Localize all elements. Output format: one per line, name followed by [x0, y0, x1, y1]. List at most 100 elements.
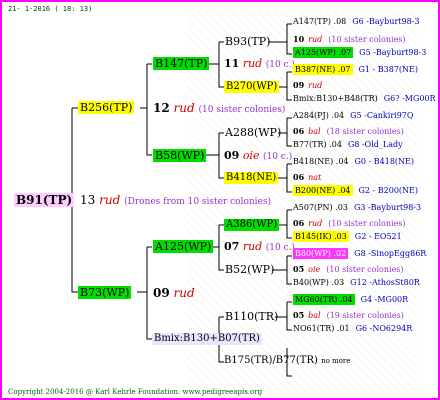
gen4-row: MG60(TR) .04 G4 -MG00R — [293, 294, 409, 305]
gen4-row-rud: bal — [308, 127, 321, 136]
generated-date: 21- 1-2016 ( 18: 13) — [8, 5, 93, 13]
gen4-row-id: B145(IK) .03 — [293, 231, 349, 242]
gen4-row-rud: bal — [308, 311, 321, 320]
gen4-row-detail: G2 - B200(NE) — [358, 186, 419, 195]
gen4-row-rud: rud — [308, 81, 323, 90]
gen4-row: B387(NE) .07 G1 - B387(NE) — [293, 64, 419, 75]
gen2-b58-meta: 09 oie (10 c.) — [224, 150, 292, 162]
gen3-b110: B110(TR) — [225, 310, 279, 323]
gen4-row-detail: (18 sister colonies) — [326, 127, 404, 136]
gen4-row-detail: (19 sister colonies) — [326, 311, 404, 320]
gen4-row-rud: oie — [308, 265, 321, 274]
gen4-row: 06 rud (10 sister colonies) — [293, 219, 406, 228]
gen2-bmix: Bmix:B130+B07(TR) — [152, 333, 262, 345]
copyright: Copyright 2004-2016 @ Karl Kehrle Founda… — [8, 388, 263, 396]
gen4-row-detail: (10 sister colonies) — [328, 35, 406, 44]
gen1-b73-rud: rud — [173, 286, 195, 300]
gen4-row: A507(PN) .03 G3 -Bayburt98-3 — [293, 204, 421, 212]
root-rud: rud — [99, 193, 121, 207]
gen2-b58-note: (10 c.) — [262, 152, 293, 162]
gen2-b58-generation: 09 — [224, 149, 240, 162]
gen4-row-detail: (10 sister colonies) — [326, 265, 404, 274]
gen2-a125-generation: 07 — [224, 240, 240, 253]
gen4-row-rud: nat — [308, 173, 322, 182]
gen3-b175-no-more: no more — [321, 357, 351, 365]
gen3-a288: A288(WP) — [225, 126, 282, 139]
gen2-b147: B147(TP) — [153, 57, 210, 70]
gen2-b147-meta: 11 rud (10 c.) — [224, 58, 295, 70]
gen4-row-id: 10 — [293, 34, 305, 44]
gen4-row-detail: G2 - EO521 — [354, 232, 402, 241]
gen4-row-id: 05 — [293, 264, 305, 274]
gen3-b270: B270(WP) — [224, 81, 280, 93]
gen4-row-id: B80(WP) .02 — [293, 248, 349, 259]
gen4-row-id: 06 — [293, 126, 305, 136]
gen4-row: B40(WP) .03 G12 -AthosSt80R — [293, 279, 420, 287]
gen4-row-rud: rud — [308, 35, 323, 44]
gen4-row: B145(IK) .03 G2 - EO521 — [293, 231, 402, 242]
gen3-b418: B418(NE) — [224, 172, 279, 184]
gen2-b147-rud: rud — [242, 57, 263, 70]
gen4-row: 10 rud (10 sister colonies) — [293, 35, 406, 44]
gen4-row: A147(TP) .08 G6 -Bayburt98-3 — [293, 18, 419, 26]
gen4-row: 05 bal (19 sister colonies) — [293, 311, 404, 320]
gen1-b256-rud: rud — [173, 101, 195, 115]
gen4-row: B80(WP) .02 G8 -SinopEgg86R — [293, 248, 427, 259]
gen4-row-detail: G5 -Bayburt98-3 — [359, 48, 427, 57]
gen4-row-rud: rud — [308, 219, 323, 228]
gen4-row: 06 nat — [293, 173, 321, 182]
gen1-b256: B256(TP) — [78, 101, 135, 114]
gen4-row-detail: G8 -SinopEgg86R — [354, 249, 427, 258]
gen4-row: A284(PJ) .04 G5 -Cankiri97Q — [293, 112, 413, 120]
gen4-row-detail: G5 -Cankiri97Q — [350, 111, 414, 120]
gen1-b73-meta: 09 rud — [153, 287, 195, 299]
gen4-row-id: B387(NE) .07 — [293, 64, 353, 75]
gen1-b256-generation: 12 — [153, 101, 170, 115]
gen2-a125-note: (10 c.) — [265, 243, 295, 253]
gen4-row-id: MG60(TR) .04 — [293, 294, 355, 305]
root-note: (Drones from 10 sister colonies) — [124, 197, 272, 207]
gen3-b52: B52(WP) — [225, 263, 275, 276]
gen3-b175-name: B175(TR)/B77(TR) — [224, 355, 318, 366]
gen4-row-id: 06 — [293, 218, 305, 228]
gen4-row: 09 rud — [293, 81, 322, 90]
gen4-row-id: A284(PJ) .04 — [293, 111, 345, 120]
gen4-row-detail: G6 -NO6294R — [355, 324, 413, 333]
pedigree-frame: 21- 1-2016 ( 18: 13) B91(TP) 13 rud (Dro… — [0, 0, 440, 400]
gen4-row-detail: G4 -MG00R — [360, 295, 409, 304]
gen4-row-detail: G1 - B387(NE) — [358, 65, 419, 74]
gen4-row-detail: (10 sister colonies) — [328, 219, 406, 228]
gen4-row-id: Bmix:B130+B48(TR) — [293, 94, 378, 103]
gen3-b175: B175(TR)/B77(TR) no more — [224, 356, 350, 366]
gen4-row: B200(NE) .04 G2 - B200(NE) — [293, 185, 419, 196]
gen4-row-id: B418(NE) .04 — [293, 157, 349, 166]
gen4-row-id: B200(NE) .04 — [293, 185, 353, 196]
root-generation: 13 — [80, 193, 96, 207]
gen4-row: 06 bal (18 sister colonies) — [293, 127, 404, 136]
gen4-row: A125(WP) .07 G5 -Bayburt98-3 — [293, 47, 427, 58]
gen4-row-id: 05 — [293, 310, 305, 320]
gen4-row-detail: G3 -Bayburt98-3 — [353, 203, 422, 212]
gen4-row: 05 oie (10 sister colonies) — [293, 265, 404, 274]
gen1-b73-generation: 09 — [153, 286, 170, 300]
gen2-a125: A125(WP) — [153, 240, 214, 253]
gen2-b147-generation: 11 — [224, 57, 240, 70]
gen2-a125-meta: 07 rud (10 c.) — [224, 241, 295, 253]
gen4-row-detail: G6? -MG00R — [383, 94, 436, 103]
gen3-b93: B93(TP) — [225, 35, 271, 48]
gen4-row-id: A147(TP) .08 — [293, 17, 347, 26]
gen4-row-detail: G0 - B418(NE) — [354, 157, 415, 166]
gen4-row-id: A125(WP) .07 — [293, 47, 354, 58]
gen4-row-detail: G12 -AthosSt80R — [350, 278, 420, 287]
root-meta: 13 rud (Drones from 10 sister colonies) — [80, 194, 271, 207]
root-queen: B91(TP) — [14, 193, 75, 207]
gen4-row-detail: G6 -Bayburt98-3 — [352, 17, 420, 26]
gen4-row-id: B77(TR) .04 — [293, 140, 342, 149]
gen2-a125-rud: rud — [242, 240, 263, 253]
gen4-row-detail: G8 -Old_Lady — [347, 140, 403, 149]
gen2-b147-note: (10 c.) — [265, 60, 295, 70]
gen4-row: NO61(TR) .01 G6 -NO6294R — [293, 325, 412, 333]
gen2-b58-rud: oie — [242, 149, 260, 162]
gen4-row: Bmix:B130+B48(TR) G6? -MG00R — [293, 95, 436, 103]
gen1-b256-meta: 12 rud (10 sister colonies) — [153, 102, 285, 115]
